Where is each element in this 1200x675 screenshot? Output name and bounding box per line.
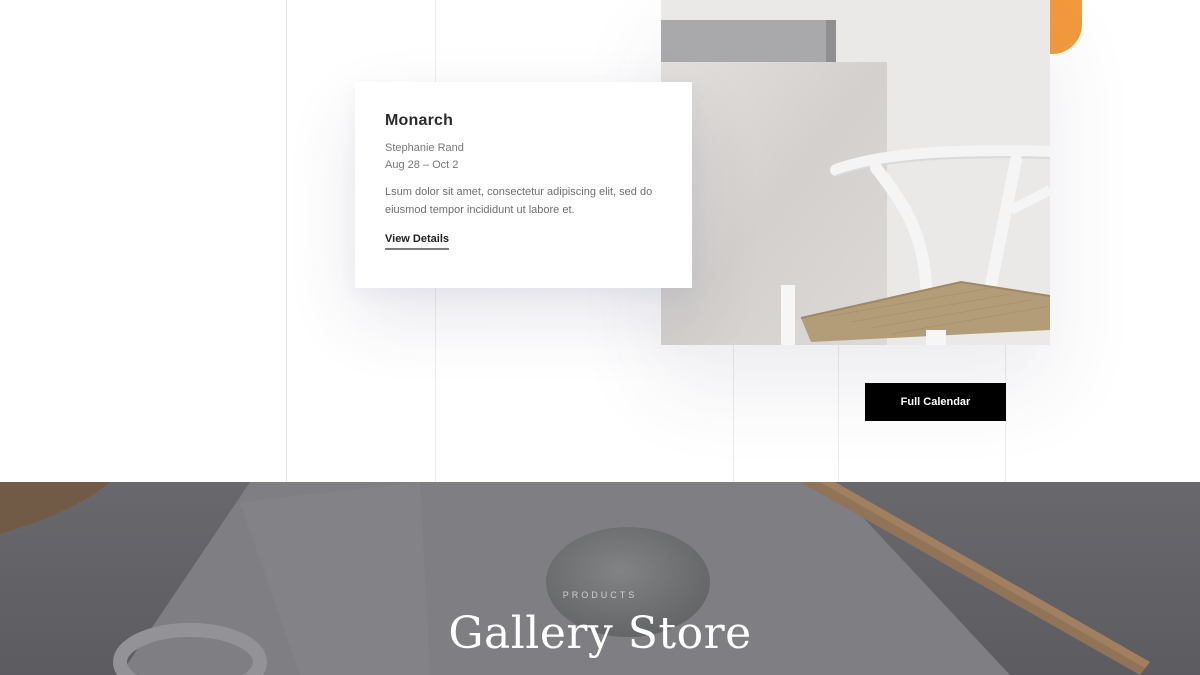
grid-line xyxy=(733,345,734,482)
grid-line xyxy=(838,345,839,482)
hero-eyebrow: PRODUCTS xyxy=(562,590,638,600)
event-description: Lsum dolor sit amet, consectetur adipisc… xyxy=(385,186,653,216)
event-card: Monarch Stephanie Rand Aug 28 – Oct 2 Ls… xyxy=(355,82,692,288)
hero-title: Gallery Store xyxy=(448,608,752,659)
exhibition-section: Monarch Stephanie Rand Aug 28 – Oct 2 Ls… xyxy=(0,0,1200,482)
view-details-link[interactable]: View Details xyxy=(385,233,449,250)
grid-line xyxy=(286,0,287,482)
event-dates: Aug 28 – Oct 2 xyxy=(385,159,459,171)
exhibition-photo xyxy=(661,0,1050,345)
full-calendar-button[interactable]: Full Calendar xyxy=(865,383,1006,421)
event-artist: Stephanie Rand xyxy=(385,142,464,154)
event-title: Monarch xyxy=(385,112,454,129)
